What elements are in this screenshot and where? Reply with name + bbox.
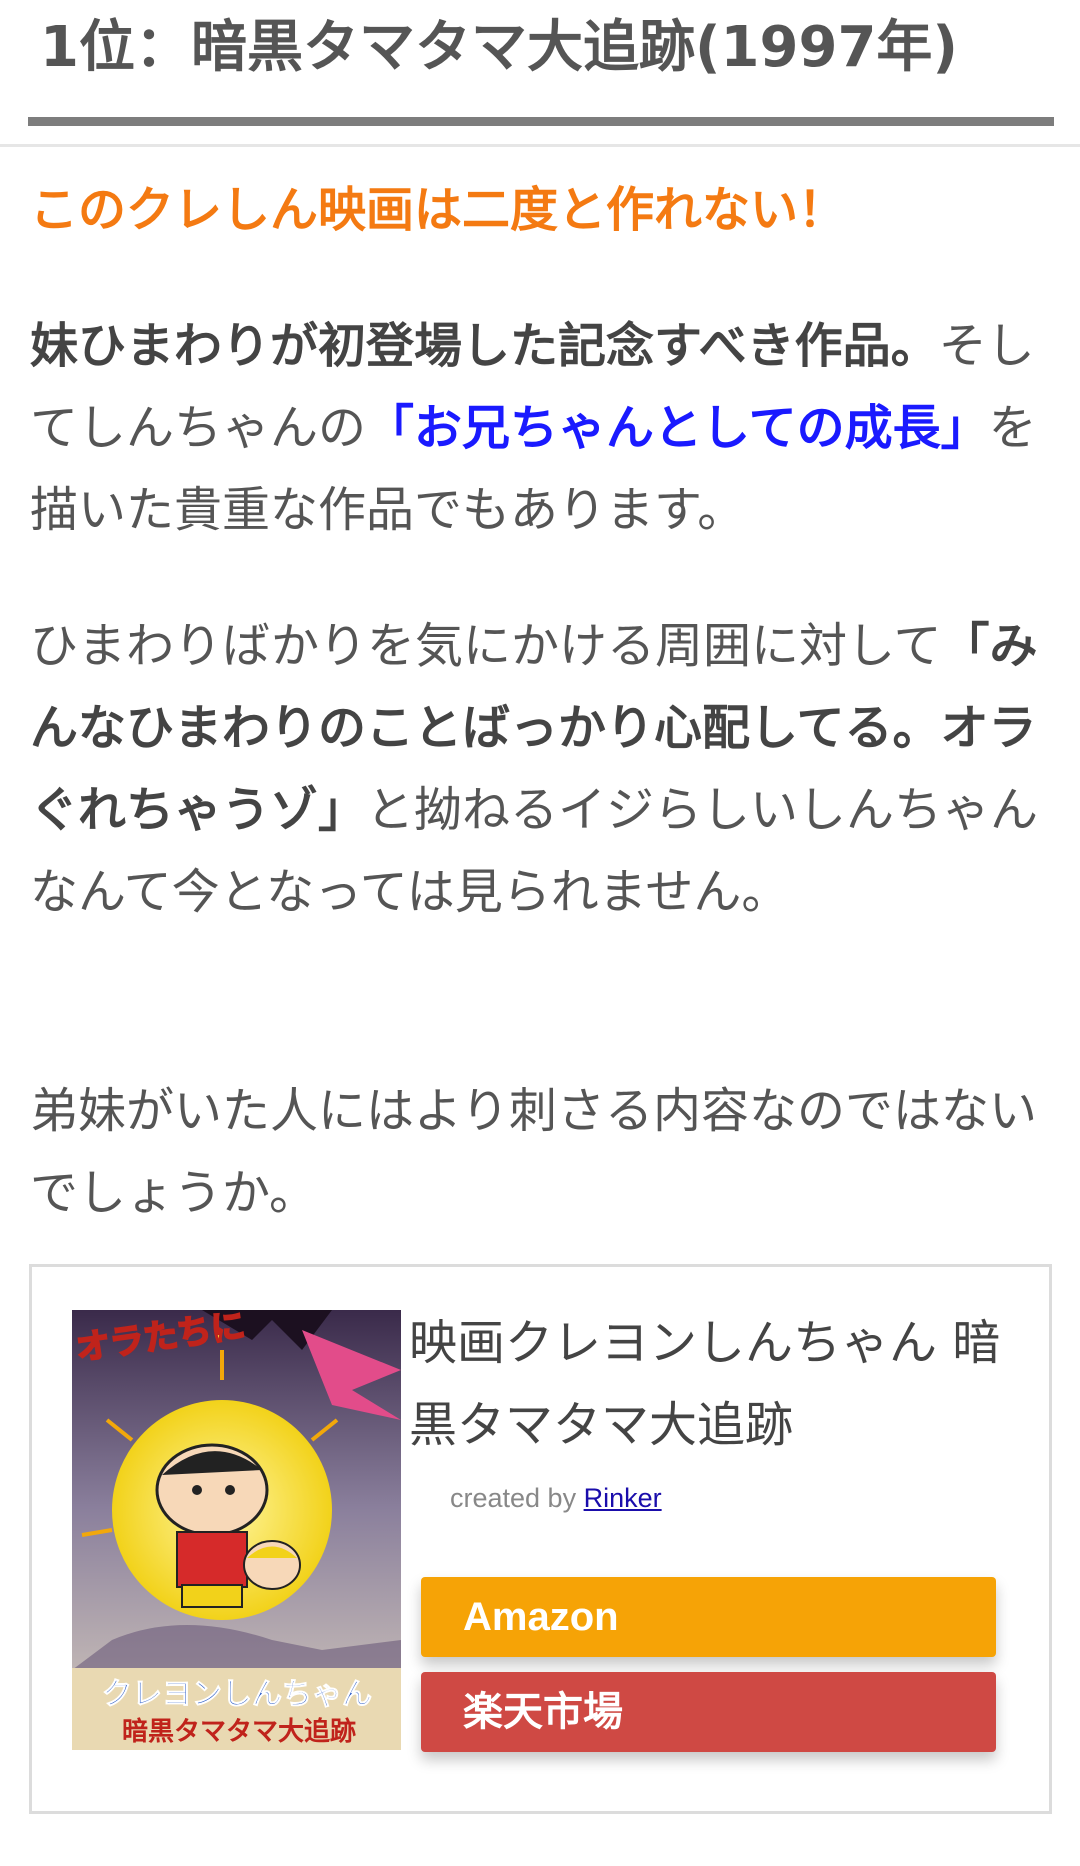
product-title[interactable]: 映画クレヨンしんちゃん 暗黒タマタマ大追跡 [409, 1302, 1009, 1466]
paragraph-3: 弟妹がいた人にはより刺さる内容なのではないでしょうか。 [30, 1083, 1038, 1221]
credit-prefix: created by [450, 1483, 577, 1513]
paragraph-1: 妹ひまわりが初登場した記念すべき作品。そしてしんちゃんの「お兄ちゃんとしての成長… [30, 305, 1050, 551]
heading-underline [28, 117, 1054, 126]
catch-copy: このクレしん映画は二度と作れない！ [30, 182, 847, 238]
section-heading: 1位：暗黒タマタマ大追跡(1997年) [40, 15, 959, 80]
paragraph-1-bold: 妹ひまわりが初登場した記念すべき作品。 [30, 318, 939, 374]
rakuten-button[interactable]: 楽天市場 [421, 1672, 996, 1752]
heading-divider [0, 144, 1080, 147]
movie-poster-image[interactable]: オラたちに クレヨンしんちゃん 暗黒タマタマ大追跡 [72, 1310, 401, 1750]
amazon-button[interactable]: Amazon [421, 1577, 996, 1657]
poster-subtitle-text: 暗黒タマタマ大追跡 [122, 1716, 356, 1747]
poster-artwork: オラたちに クレヨンしんちゃん 暗黒タマタマ大追跡 [72, 1310, 401, 1750]
paragraph-2-text-1: ひまわりばかりを気にかける周囲に対して [30, 618, 942, 674]
paragraph-1-highlight: 「お兄ちゃんとしての成長」 [366, 400, 989, 456]
poster-logo-text: クレヨンしんちゃん [102, 1677, 372, 1712]
paragraph-2: ひまわりばかりを気にかける周囲に対して「みんなひまわりのことばっかり心配してる。… [30, 605, 1050, 933]
rinker-credit: created by Rinker [450, 1483, 662, 1514]
article-page: 1位：暗黒タマタマ大追跡(1997年) このクレしん映画は二度と作れない！ 妹ひ… [0, 0, 1080, 1866]
rinker-link[interactable]: Rinker [584, 1483, 662, 1513]
product-box: オラたちに クレヨンしんちゃん 暗黒タマタマ大追跡 映画クレヨンしんちゃん 暗黒… [29, 1264, 1052, 1814]
